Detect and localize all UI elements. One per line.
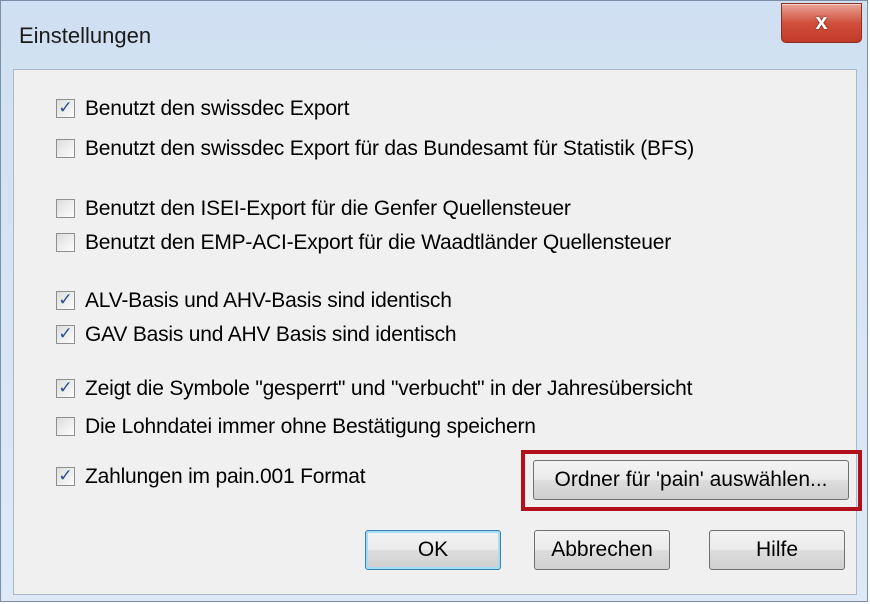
title-bar: Einstellungen x	[1, 1, 869, 69]
settings-dialog: Einstellungen x ✓ Benutzt den swissdec E…	[0, 0, 868, 602]
select-pain-folder-button[interactable]: Ordner für 'pain' auswählen...	[533, 460, 849, 500]
checkbox-swissdec-export[interactable]: ✓	[56, 98, 75, 118]
checkbox-isei-export[interactable]	[56, 199, 75, 218]
option-label: Zahlungen im pain.001 Format	[85, 465, 366, 488]
checkbox-alv-ahv[interactable]: ✓	[56, 290, 75, 310]
check-icon: ✓	[58, 290, 73, 309]
check-icon: ✓	[58, 378, 73, 397]
help-button[interactable]: Hilfe	[709, 530, 845, 570]
checkbox-gav-ahv[interactable]: ✓	[56, 324, 75, 344]
option-label: Benutzt den swissdec Export	[85, 97, 350, 120]
checkbox-emp-aci-export[interactable]	[56, 233, 75, 252]
check-icon: ✓	[58, 466, 73, 485]
option-label: Benutzt den ISEI-Export für die Genfer Q…	[85, 197, 571, 220]
check-icon: ✓	[58, 98, 73, 117]
option-label: Benutzt den swissdec Export für das Bund…	[85, 137, 695, 160]
dialog-title: Einstellungen	[19, 23, 152, 48]
option-label: Die Lohndatei immer ohne Bestätigung spe…	[85, 415, 536, 438]
option-label: Zeigt die Symbole "gesperrt" und "verbuc…	[85, 377, 693, 400]
checkbox-show-symbols[interactable]: ✓	[56, 378, 75, 398]
option-label: GAV Basis und AHV Basis sind identisch	[85, 323, 457, 346]
checkbox-pain-format[interactable]: ✓	[56, 466, 75, 486]
option-label: ALV-Basis und AHV-Basis sind identisch	[85, 289, 452, 312]
cancel-button[interactable]: Abbrechen	[534, 530, 670, 570]
ok-button[interactable]: OK	[365, 530, 501, 570]
check-icon: ✓	[58, 324, 73, 343]
dialog-content: ✓ Benutzt den swissdec Export Benutzt de…	[13, 69, 862, 595]
option-label: Benutzt den EMP-ACI-Export für die Waadt…	[85, 231, 672, 254]
checkbox-swissdec-bfs[interactable]	[56, 139, 75, 158]
close-button[interactable]: x	[781, 3, 862, 43]
checkbox-save-without-confirm[interactable]	[56, 417, 75, 436]
close-icon: x	[815, 9, 828, 34]
